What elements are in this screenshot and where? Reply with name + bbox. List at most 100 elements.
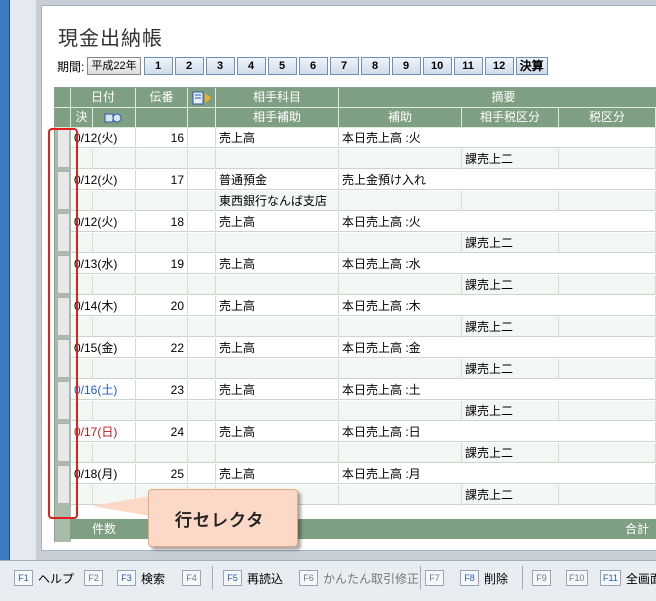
month-button-11[interactable]: 11 [453, 57, 483, 75]
icon-cell[interactable] [188, 254, 216, 274]
partner-tax-cell[interactable]: 課売上二 [462, 443, 559, 463]
blank-cell[interactable] [188, 275, 216, 295]
voucher-cell[interactable]: 18 [136, 212, 188, 232]
summary-cell[interactable]: 本日売上高 :金 [339, 338, 656, 358]
table-row[interactable]: 0/13(水) 19 売上高 本日売上高 :水 [71, 254, 656, 274]
blank-cell[interactable] [93, 275, 136, 295]
blank-cell[interactable] [188, 443, 216, 463]
sub-account-cell[interactable] [216, 443, 339, 463]
table-row-sub[interactable]: 課売上二 [71, 233, 656, 253]
year-button[interactable]: 平成22年 [87, 57, 141, 75]
tax-cell[interactable] [559, 191, 656, 211]
blank-cell[interactable] [136, 233, 188, 253]
aux-cell[interactable] [339, 401, 462, 421]
date-cell[interactable]: 0/16(土) [71, 380, 136, 400]
blank-cell[interactable] [136, 191, 188, 211]
voucher-cell[interactable]: 25 [136, 464, 188, 484]
blank-cell[interactable] [93, 317, 136, 337]
table-row[interactable]: 0/18(月) 25 売上高 本日売上高 :月 [71, 464, 656, 484]
month-button-5[interactable]: 5 [267, 57, 297, 75]
blank-cell[interactable] [136, 317, 188, 337]
aux-cell[interactable] [339, 359, 462, 379]
aux-cell[interactable] [339, 443, 462, 463]
sub-account-cell[interactable] [216, 359, 339, 379]
blank-cell[interactable] [136, 359, 188, 379]
table-row[interactable]: 0/12(火) 17 普通預金 売上金預け入れ [71, 170, 656, 190]
aux-cell[interactable] [339, 317, 462, 337]
blank-cell[interactable] [93, 191, 136, 211]
table-row-sub[interactable]: 課売上二 [71, 149, 656, 169]
table-row-sub[interactable]: 課売上二 [71, 401, 656, 421]
blank-cell[interactable] [136, 401, 188, 421]
partner-tax-cell[interactable]: 課売上二 [462, 317, 559, 337]
partner-tax-cell[interactable]: 課売上二 [462, 233, 559, 253]
header-search-cell[interactable] [93, 108, 136, 128]
fkey-f1[interactable]: F1 ヘルプ [14, 569, 74, 587]
month-button-4[interactable]: 4 [236, 57, 266, 75]
month-button-12[interactable]: 12 [484, 57, 514, 75]
tax-cell[interactable] [559, 275, 656, 295]
fkey-f5[interactable]: F5 再読込 [223, 569, 283, 587]
month-button-8[interactable]: 8 [360, 57, 390, 75]
icon-cell[interactable] [188, 128, 216, 148]
sub-account-cell[interactable] [216, 401, 339, 421]
tax-cell[interactable] [559, 401, 656, 421]
blank-cell[interactable] [93, 443, 136, 463]
partner-tax-cell[interactable]: 課売上二 [462, 149, 559, 169]
table-row-sub[interactable]: 課売上二 [71, 275, 656, 295]
date-cell[interactable]: 0/17(日) [71, 422, 136, 442]
account-cell[interactable]: 普通預金 [216, 170, 339, 190]
icon-cell[interactable] [188, 296, 216, 316]
summary-cell[interactable]: 本日売上高 :火 [339, 212, 656, 232]
table-row[interactable]: 0/14(木) 20 売上高 本日売上高 :木 [71, 296, 656, 316]
voucher-cell[interactable]: 20 [136, 296, 188, 316]
header-date[interactable]: 日付 [71, 88, 136, 108]
summary-cell[interactable]: 本日売上高 :水 [339, 254, 656, 274]
table-row-sub[interactable]: 東西銀行なんば支店 [71, 191, 656, 211]
account-cell[interactable]: 売上高 [216, 254, 339, 274]
tax-cell[interactable] [559, 149, 656, 169]
sub-account-cell[interactable]: 東西銀行なんば支店 [216, 191, 339, 211]
aux-cell[interactable] [339, 275, 462, 295]
account-cell[interactable]: 売上高 [216, 338, 339, 358]
summary-cell[interactable]: 本日売上高 :日 [339, 422, 656, 442]
table-row-sub[interactable]: 課売上二 [71, 443, 656, 463]
voucher-cell[interactable]: 17 [136, 170, 188, 190]
header-settle[interactable]: 決 [71, 108, 93, 128]
month-button-2[interactable]: 2 [174, 57, 204, 75]
date-cell[interactable]: 0/13(水) [71, 254, 136, 274]
blank-cell[interactable] [188, 317, 216, 337]
aux-cell[interactable] [339, 233, 462, 253]
partner-tax-cell[interactable]: 課売上二 [462, 359, 559, 379]
date-cell[interactable]: 0/14(木) [71, 296, 136, 316]
fkey-f8[interactable]: F8 削除 [460, 569, 508, 587]
aux-cell[interactable] [339, 191, 462, 211]
blank-cell[interactable] [188, 359, 216, 379]
sub-account-cell[interactable] [216, 149, 339, 169]
partner-tax-cell[interactable]: 課売上二 [462, 401, 559, 421]
header-sub-account[interactable]: 相手補助 [216, 108, 339, 128]
account-cell[interactable]: 売上高 [216, 212, 339, 232]
icon-cell[interactable] [188, 212, 216, 232]
icon-cell[interactable] [188, 422, 216, 442]
partner-tax-cell[interactable] [462, 191, 559, 211]
blank-cell[interactable] [93, 401, 136, 421]
summary-cell[interactable]: 売上金預け入れ [339, 170, 656, 190]
month-button-6[interactable]: 6 [298, 57, 328, 75]
header-aux[interactable]: 補助 [339, 108, 462, 128]
partner-tax-cell[interactable]: 課売上二 [462, 485, 559, 505]
header-icon-cell[interactable] [188, 88, 216, 108]
table-row[interactable]: 0/12(火) 16 売上高 本日売上高 :火 [71, 128, 656, 148]
blank-cell[interactable] [188, 149, 216, 169]
blank-cell[interactable] [93, 149, 136, 169]
aux-cell[interactable] [339, 485, 462, 505]
voucher-cell[interactable]: 19 [136, 254, 188, 274]
account-cell[interactable]: 売上高 [216, 422, 339, 442]
account-cell[interactable]: 売上高 [216, 380, 339, 400]
table-row[interactable]: 0/15(金) 22 売上高 本日売上高 :金 [71, 338, 656, 358]
header-summary[interactable]: 摘要 [339, 88, 656, 108]
sub-account-cell[interactable] [216, 275, 339, 295]
table-row-sub[interactable]: 課売上二 [71, 317, 656, 337]
month-button-3[interactable]: 3 [205, 57, 235, 75]
header-partner-tax[interactable]: 相手税区分 [462, 108, 559, 128]
